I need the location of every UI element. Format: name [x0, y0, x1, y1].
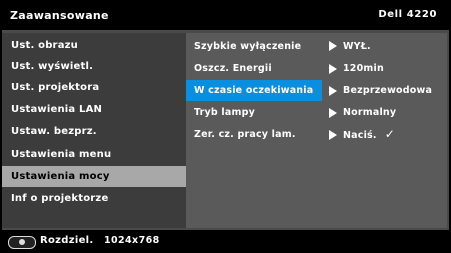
resolution-value: 1024x768: [104, 235, 160, 246]
menu-item-image-settings[interactable]: Ust. obrazu: [2, 35, 186, 56]
arrow-right-icon: [329, 41, 337, 51]
press-label: Naciś.: [343, 130, 377, 141]
setting-standby-mode[interactable]: W czasie oczekiwania: [186, 80, 322, 101]
menu-item-display-settings[interactable]: Ust. wyświetl.: [2, 56, 186, 77]
setting-value-lamp-mode[interactable]: Normalny: [343, 102, 396, 123]
projector-icon: [8, 236, 36, 249]
setting-value-standby-mode[interactable]: Bezprzewodowa: [343, 80, 432, 101]
resolution-label: Rozdziel.: [40, 235, 94, 246]
arrow-right-icon: [329, 64, 337, 74]
menu-item-menu-settings[interactable]: Ustawienia menu: [2, 144, 186, 165]
arrow-right-icon: [329, 108, 337, 118]
setting-value-power-saving[interactable]: 120min: [343, 58, 384, 79]
checkmark-icon: ✓: [384, 127, 395, 141]
setting-lamp-mode[interactable]: Tryb lampy: [186, 102, 322, 123]
arrow-right-icon: [329, 130, 337, 140]
setting-lamp-hour-reset[interactable]: Zer. cz. pracy lam.: [186, 124, 322, 145]
menu-title: Zaawansowane: [10, 9, 109, 22]
osd-menu: Zaawansowane Dell 4220 Ust. obrazu Ust. …: [0, 0, 451, 253]
menu-item-power-settings[interactable]: Ustawienia mocy: [2, 166, 186, 187]
menu-item-projector-settings[interactable]: Ust. projektora: [2, 77, 186, 98]
menu-item-wireless-settings[interactable]: Ustaw. bezprz.: [2, 121, 186, 142]
setting-value-lamp-hour-reset[interactable]: Naciś. ✓: [343, 124, 395, 145]
menu-item-lan-settings[interactable]: Ustawienia LAN: [2, 99, 186, 120]
menu-item-projector-info[interactable]: Inf o projektorze: [2, 188, 186, 209]
setting-value-quick-shutdown[interactable]: WYŁ.: [343, 36, 371, 57]
status-bar: Rozdziel. 1024x768: [2, 233, 449, 251]
setting-quick-shutdown[interactable]: Szybkie wyłączenie: [186, 36, 322, 57]
arrow-right-icon: [329, 86, 337, 96]
osd-header: Zaawansowane Dell 4220: [2, 2, 449, 29]
setting-power-saving[interactable]: Oszcz. Energii: [186, 58, 322, 79]
projector-model: Dell 4220: [378, 9, 437, 20]
